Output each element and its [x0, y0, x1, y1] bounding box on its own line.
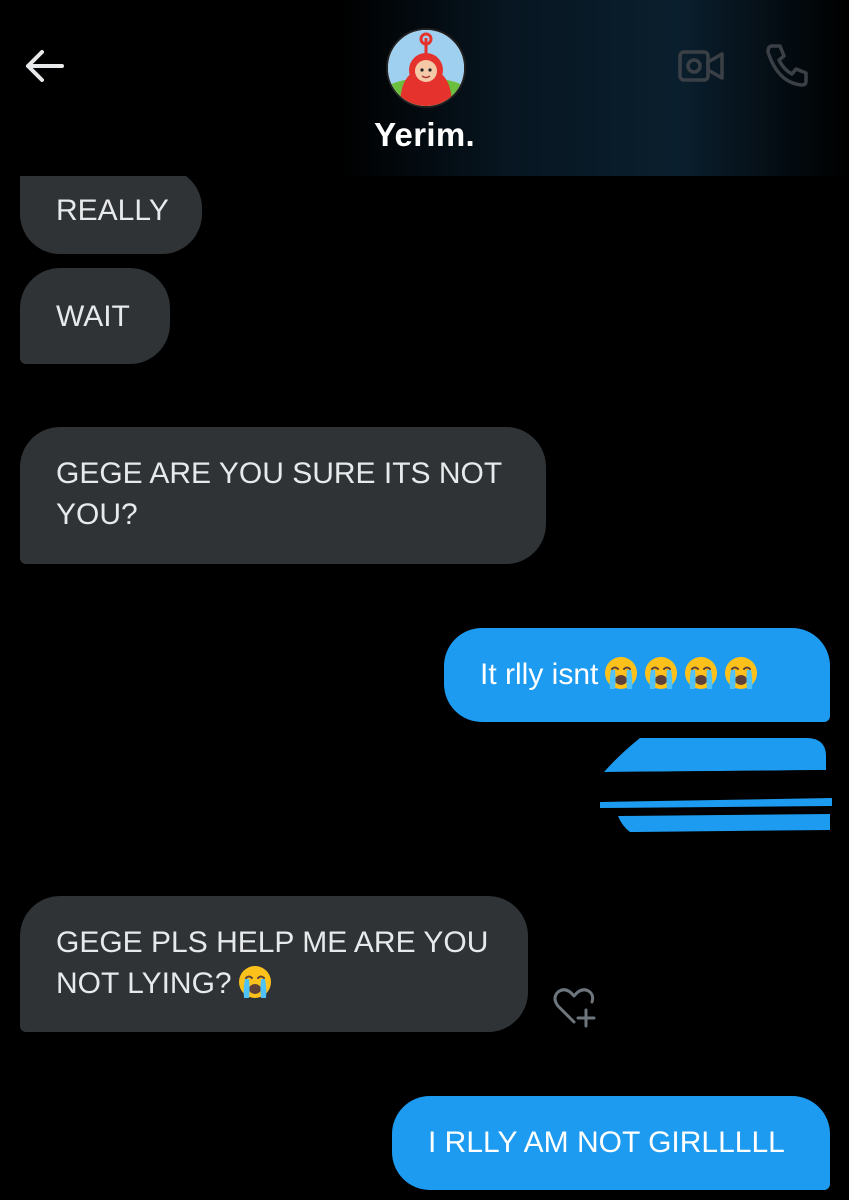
add-reaction-button[interactable]: [550, 984, 600, 1030]
video-call-button[interactable]: [676, 44, 726, 88]
contact-avatar[interactable]: [386, 28, 466, 108]
incoming-message[interactable]: GEGE ARE YOU SURE ITS NOT YOU?: [20, 427, 546, 564]
message-text: It rlly isnt: [480, 658, 599, 691]
loudly-crying-face-icon: [238, 965, 272, 999]
incoming-message[interactable]: REALLY: [20, 168, 202, 254]
message-text: WAIT: [56, 300, 130, 333]
heart-plus-icon: [553, 988, 596, 1028]
avatar-image: [388, 30, 464, 106]
back-button[interactable]: [20, 44, 68, 88]
outgoing-message[interactable]: It rlly isnt: [444, 628, 830, 722]
incoming-message[interactable]: GEGE PLS HELP ME ARE YOU NOT LYING?: [20, 896, 528, 1032]
phone-icon: [766, 44, 808, 87]
video-call-icon: [678, 50, 724, 82]
message-text: GEGE ARE YOU SURE ITS NOT YOU?: [56, 457, 502, 531]
loudly-crying-face-icon: [604, 656, 638, 690]
contact-name[interactable]: Yerim.: [0, 116, 849, 154]
message-text: GEGE PLS HELP ME ARE YOU NOT LYING?: [56, 926, 489, 1000]
incoming-message[interactable]: WAIT: [20, 268, 170, 364]
voice-call-button[interactable]: [762, 40, 812, 90]
conversation-header: Yerim.: [0, 0, 849, 176]
loudly-crying-face-icon: [724, 656, 758, 690]
loudly-crying-face-icon: [644, 656, 678, 690]
message-text: REALLY: [56, 194, 169, 227]
loudly-crying-face-icon: [684, 656, 718, 690]
message-text: I RLLY AM NOT GIRLLLLL: [428, 1126, 785, 1159]
redacted-outgoing-message[interactable]: [600, 734, 832, 834]
arrow-left-icon: [26, 50, 64, 82]
outgoing-message[interactable]: I RLLY AM NOT GIRLLLLL: [392, 1096, 830, 1190]
